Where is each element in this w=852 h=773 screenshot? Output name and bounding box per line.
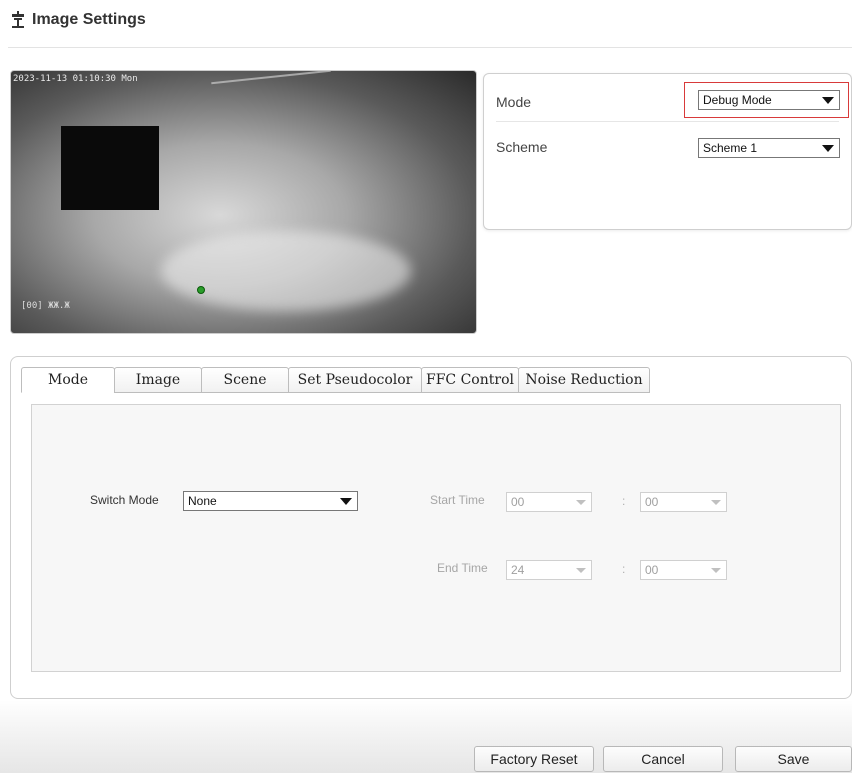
cancel-button[interactable]: Cancel	[603, 746, 723, 772]
preview-timestamp: 2023-11-13 01:10:30 Mon	[13, 74, 138, 84]
end-time-colon: :	[622, 562, 626, 576]
start-hour-select[interactable]: 00	[506, 492, 592, 512]
tab-bar: Mode Image Scene Set Pseudocolor FFC Con…	[21, 367, 650, 393]
settings-tabs-panel: Mode Image Scene Set Pseudocolor FFC Con…	[10, 356, 852, 699]
preview-highlight	[161, 231, 411, 311]
scheme-label: Scheme	[496, 139, 548, 155]
chevron-down-icon	[822, 145, 834, 152]
video-preview[interactable]: 2023-11-13 01:10:30 Mon [00] ЖЖ.Ж	[10, 70, 477, 334]
chevron-down-icon	[711, 568, 721, 573]
page-header: Image Settings	[10, 8, 146, 32]
chevron-down-icon	[576, 568, 586, 573]
chevron-down-icon	[711, 500, 721, 505]
end-minute-value: 00	[645, 563, 659, 577]
mode-select-value: Debug Mode	[703, 93, 772, 107]
start-hour-value: 00	[511, 495, 525, 509]
tab-scene[interactable]: Scene	[201, 367, 289, 393]
bottom-action-bar	[0, 700, 852, 773]
chevron-down-icon	[340, 498, 352, 505]
tab-mode-label: Mode	[47, 372, 88, 388]
tab-ffc-control-label: FFC Control	[426, 372, 514, 388]
tab-noise-reduction[interactable]: Noise Reduction	[518, 367, 650, 393]
tab-mode[interactable]: Mode	[21, 367, 115, 393]
switch-mode-select[interactable]: None	[183, 491, 358, 511]
header-divider	[8, 47, 852, 48]
privacy-mask	[61, 126, 159, 210]
switch-mode-value: None	[188, 494, 217, 508]
end-hour-select[interactable]: 24	[506, 560, 592, 580]
end-minute-select[interactable]: 00	[640, 560, 727, 580]
factory-reset-button[interactable]: Factory Reset	[474, 746, 594, 772]
end-time-label: End Time	[437, 561, 488, 575]
chevron-down-icon	[576, 500, 586, 505]
chevron-down-icon	[822, 97, 834, 104]
scheme-select[interactable]: Scheme 1	[698, 138, 840, 158]
tab-image-label: Image	[135, 372, 181, 388]
save-button[interactable]: Save	[735, 746, 852, 772]
tab-image[interactable]: Image	[114, 367, 202, 393]
mode-select[interactable]: Debug Mode	[698, 90, 840, 110]
switch-mode-label: Switch Mode	[90, 493, 159, 507]
preview-camera-label: [00] ЖЖ.Ж	[21, 301, 70, 311]
tab-scene-label: Scene	[223, 372, 267, 388]
mode-label: Mode	[496, 93, 532, 110]
tab-noise-reduction-label: Noise Reduction	[525, 372, 643, 388]
start-time-colon: :	[622, 494, 626, 508]
tab-ffc-control[interactable]: FFC Control	[421, 367, 519, 393]
scheme-select-value: Scheme 1	[703, 141, 758, 155]
tab-content-mode	[31, 404, 841, 672]
start-minute-value: 00	[645, 495, 659, 509]
tab-set-pseudocolor[interactable]: Set Pseudocolor	[288, 367, 422, 393]
start-time-label: Start Time	[430, 493, 485, 507]
image-settings-icon	[12, 11, 24, 28]
page-title: Image Settings	[32, 11, 146, 28]
tab-set-pseudocolor-label: Set Pseudocolor	[297, 372, 413, 388]
preview-artifact	[211, 71, 331, 85]
focus-point-icon	[197, 286, 205, 294]
end-hour-value: 24	[511, 563, 525, 577]
start-minute-select[interactable]: 00	[640, 492, 727, 512]
